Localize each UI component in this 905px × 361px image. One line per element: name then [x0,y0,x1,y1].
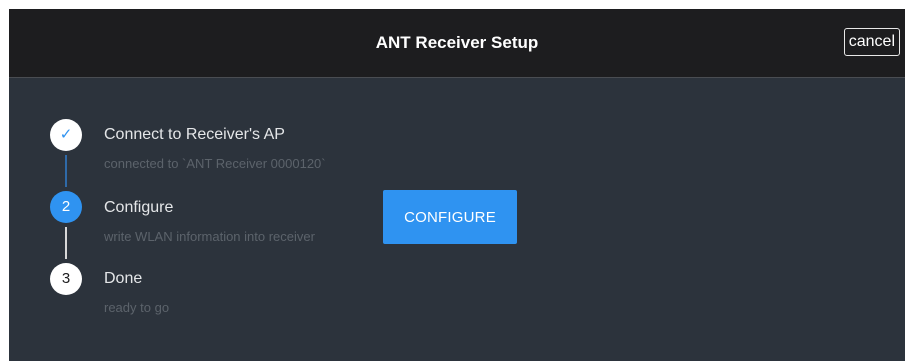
step-connector-2 [65,227,67,259]
step-1-check-icon: ✓ [50,119,82,151]
step-3-number-badge: 3 [50,263,82,295]
setup-window: ANT Receiver Setup cancel ✓ Connect to R… [9,9,905,361]
page-title: ANT Receiver Setup [375,33,539,52]
step-1-title: Connect to Receiver's AP [104,126,285,143]
step-2-title: Configure [104,199,174,216]
step-connector-1 [65,155,67,187]
step-2-subtitle: write WLAN information into receiver [104,229,315,244]
cancel-button[interactable]: cancel [843,28,900,56]
step-3-subtitle: ready to go [104,300,170,315]
step-1-subtitle: connected to `ANT Receiver 0000120` [104,156,326,171]
step-3-title: Done [104,270,143,287]
title-bar: ANT Receiver Setup cancel [9,9,905,78]
step-2-number-badge: 2 [50,191,82,223]
configure-button[interactable]: CONFIGURE [383,190,517,244]
